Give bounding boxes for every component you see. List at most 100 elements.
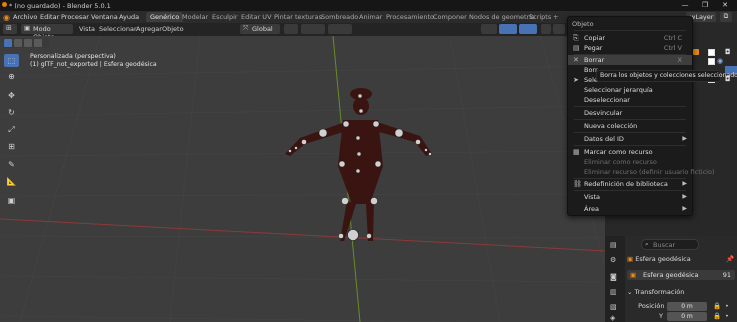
overlay-icon[interactable] (519, 24, 537, 34)
select-mode-new-icon[interactable] (4, 39, 12, 47)
borrar-tooltip: Borra los objetos y colecciones seleccio… (596, 70, 737, 82)
blender-menu-icon[interactable]: ◉ (3, 13, 10, 22)
menu-item-deseleccionar[interactable]: Deseleccionar (568, 95, 692, 105)
shading-solid-icon[interactable] (553, 24, 565, 34)
menu-item-copiar[interactable]: ⎘ Copiar Ctrl C (568, 33, 692, 43)
tool-settings-icon[interactable]: ⚙ (610, 256, 616, 264)
scene-icon[interactable]: ◈ (610, 314, 615, 322)
properties-editor-icon[interactable]: ▤ (610, 241, 617, 249)
menu-ventana[interactable]: Ventana (91, 13, 118, 21)
menu-seleccionar[interactable]: Seleccionar (99, 25, 137, 33)
menu-objeto[interactable]: Objeto (162, 25, 184, 33)
editor-type-button[interactable]: ⊞ (3, 24, 17, 34)
chevron-right-icon: ▶ (682, 180, 687, 187)
menu-item-redefinicion-biblioteca[interactable]: ⛓ Redefinición de biblioteca ▶ (568, 179, 692, 189)
menu-item-nueva-coleccion[interactable]: Nueva colección (568, 121, 692, 131)
scale-icon[interactable]: ⤢ (4, 123, 19, 136)
menu-separator (574, 190, 686, 191)
add-cube-icon[interactable]: ▣ (4, 194, 19, 207)
menu-item-pegar[interactable]: ▤ Pegar Ctrl V (568, 43, 692, 53)
window-title: * (no guardado) - Blender 5.0.1 (9, 2, 111, 10)
asset-icon: ▦ (573, 148, 580, 156)
menu-archivo[interactable]: Archivo (13, 13, 37, 21)
minimize-icon[interactable]: — (675, 1, 695, 10)
object-mode-icon: ▣ (24, 24, 31, 32)
menu-item-seleccionar-jerarquia[interactable]: Seleccionar jerarquía (568, 85, 692, 95)
pivot-icon[interactable] (284, 24, 298, 34)
menu-procesar[interactable]: Procesar (61, 13, 89, 21)
data-users-count: 91 (722, 271, 731, 279)
collection-icon (693, 49, 699, 55)
copy-icon: ⎘ (573, 34, 579, 42)
chevron-down-icon: ⌄ (627, 288, 633, 296)
menu-vista[interactable]: Vista (79, 25, 95, 33)
annotate-icon[interactable]: ✎ (4, 158, 19, 171)
object-info-label: (1) glTF_not_exported | Esfera geodésica (30, 61, 157, 68)
origin-sphere (347, 229, 359, 241)
close-icon[interactable]: ✕ (715, 1, 735, 10)
mode-selector[interactable]: ▣ Modo Objeto (21, 24, 73, 41)
menu-item-borrar[interactable]: ✕ Borrar X (568, 55, 692, 65)
menu-item-seleccionar[interactable]: ➤ Seleccionar (568, 75, 598, 85)
output-icon[interactable]: ▥ (610, 288, 617, 296)
menu-item-vista[interactable]: Vista ▶ (568, 192, 692, 202)
menu-agregar[interactable]: Agregar (136, 25, 162, 33)
object-name: Esfera geodésica (635, 255, 691, 263)
menu-editar[interactable]: Editar (40, 13, 59, 21)
blender-logo-icon (2, 2, 7, 7)
object-context-menu: Objeto ⎘ Copiar Ctrl C ▤ Pegar Ctrl V ✕ … (567, 16, 715, 216)
exclude-checkbox-2[interactable] (708, 58, 715, 65)
menu-ayuda[interactable]: Ayuda (119, 13, 139, 21)
mesh-data-icon: ▣ (630, 271, 637, 279)
render-icon[interactable]: ◙ (610, 273, 617, 281)
view-layer-icon[interactable]: ⧉ (720, 12, 732, 22)
select-mode-extend-icon[interactable] (14, 39, 22, 47)
menu-item-eliminar-recurso-ficticio: Eliminar recurso (definir usuario fictic… (584, 168, 715, 176)
add-workspace-button[interactable]: + (549, 12, 562, 22)
menu-item-borrar-jerarquia[interactable]: Borrar jerarquía (568, 65, 598, 75)
keyframe-icon[interactable]: • (725, 302, 729, 310)
keyframe-icon-2[interactable]: • (725, 312, 729, 320)
visibility-icon[interactable] (481, 24, 497, 34)
pin-icon[interactable]: 📌 (726, 255, 734, 263)
location-x-field[interactable]: 0 m (667, 302, 707, 311)
snap-icon[interactable] (301, 24, 325, 34)
menu-item-area[interactable]: Área ▶ (568, 204, 692, 214)
lock-icon[interactable]: 🔒 (713, 302, 721, 310)
eye-icon[interactable]: ◉ (717, 57, 723, 65)
cursor-icon[interactable]: ⊕ (4, 70, 19, 83)
lock-icon-2[interactable]: 🔒 (713, 312, 721, 320)
select-box-icon[interactable]: ⬚ (4, 54, 19, 67)
gizmo-icon[interactable] (499, 24, 517, 34)
menu-item-marcar-recurso[interactable]: ▦ Marcar como recurso (568, 147, 692, 157)
maximize-icon[interactable]: ❐ (695, 1, 715, 10)
location-y-field[interactable]: 0 m (667, 312, 707, 321)
camera-icon[interactable]: ◘ (725, 48, 731, 56)
rotate-icon[interactable]: ↻ (4, 106, 19, 119)
paste-icon: ▤ (573, 44, 580, 52)
chevron-right-icon: ▶ (682, 193, 687, 200)
transform-icon[interactable]: ⊞ (4, 140, 19, 153)
location-x-label: Posición X (638, 302, 671, 310)
3d-viewport[interactable]: Personalizada (perspectiva) (1) glTF_not… (0, 36, 605, 322)
object-name-row: ▣ Esfera geodésica (627, 255, 691, 263)
properties-search[interactable]: ⌕ Buscar (641, 239, 699, 250)
menu-item-datos-id[interactable]: Datos del ID ▶ (568, 134, 692, 144)
view-layer-props-icon[interactable]: ▧ (610, 303, 617, 311)
select-mode-invert-icon[interactable] (34, 39, 42, 47)
measure-icon[interactable]: 📐 (4, 175, 19, 188)
3d-viewport-icon: ⊞ (6, 24, 12, 32)
move-icon[interactable]: ✥ (4, 89, 19, 102)
menu-item-desvincular[interactable]: Desvincular (568, 108, 692, 118)
exclude-checkbox[interactable] (708, 49, 715, 56)
chevron-right-icon: ▶ (682, 205, 687, 212)
chevron-right-icon: ▶ (682, 135, 687, 142)
object-data-field[interactable]: ▣ Esfera geodésica 91 (627, 270, 735, 280)
proportional-edit-icon[interactable] (328, 24, 352, 34)
select-mode-subtract-icon[interactable] (24, 39, 32, 47)
xray-icon[interactable] (541, 24, 551, 34)
menu-separator (574, 119, 686, 120)
transform-section-header[interactable]: ⌄ Transformación (627, 288, 684, 296)
orientation-selector[interactable]: ⤧ Global (240, 24, 280, 34)
title-bar: * (no guardado) - Blender 5.0.1 — ❐ ✕ (0, 0, 737, 11)
